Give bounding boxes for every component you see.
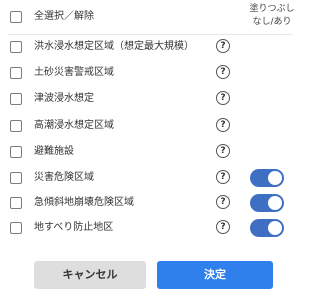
help-icon[interactable]: ? [216, 118, 230, 132]
select-all-checkbox[interactable] [10, 11, 22, 23]
panel-header: 全選択／解除 塗りつぶし なし/あり [0, 0, 300, 34]
layer-label[interactable]: 洪水浸水想定区域（想定最大規模） [34, 40, 194, 54]
layer-checkbox[interactable] [10, 93, 22, 105]
layer-row-disaster-risk: 災害危険区域 ? [0, 166, 300, 190]
fill-toggle[interactable] [250, 219, 284, 237]
select-all-label[interactable]: 全選択／解除 [34, 10, 94, 24]
help-icon[interactable]: ? [216, 195, 230, 209]
fill-heading-line2: なし/あり [252, 17, 292, 27]
layer-row-flood: 洪水浸水想定区域（想定最大規模） ? [0, 35, 300, 59]
toggle-knob [268, 171, 282, 185]
cancel-button[interactable]: キャンセル [34, 261, 146, 289]
layer-label[interactable]: 地すべり防止地区 [34, 221, 113, 235]
layer-row-landslide-prevention: 地すべり防止地区 ? [0, 216, 300, 240]
layer-checkbox[interactable] [10, 197, 22, 209]
layer-label[interactable]: 急傾斜地崩壊危険区域 [34, 196, 134, 210]
toggle-knob [268, 221, 282, 235]
layer-label[interactable]: 津波浸水想定 [34, 92, 94, 106]
layer-row-landslide-warning: 土砂災害警戒区域 ? [0, 61, 300, 85]
layer-row-tsunami: 津波浸水想定 ? [0, 87, 300, 111]
layer-checkbox[interactable] [10, 222, 22, 234]
layer-row-storm-surge: 高潮浸水想定区域 ? [0, 114, 300, 138]
layer-label[interactable]: 高潮浸水想定区域 [34, 119, 114, 133]
toggle-knob [268, 196, 282, 210]
layer-checkbox[interactable] [10, 120, 22, 132]
ok-button[interactable]: 決定 [157, 261, 273, 289]
help-icon[interactable]: ? [216, 170, 230, 184]
layer-label[interactable]: 土砂災害警戒区域 [34, 66, 114, 80]
fill-toggle[interactable] [250, 194, 284, 212]
help-icon[interactable]: ? [216, 91, 230, 105]
layer-label[interactable]: 災害危険区域 [34, 171, 94, 185]
fill-toggle-heading: 塗りつぶし なし/あり [248, 3, 296, 29]
fill-toggle[interactable] [250, 169, 284, 187]
layer-label[interactable]: 避難施設 [34, 145, 74, 159]
layer-checkbox[interactable] [10, 146, 22, 158]
layer-checkbox[interactable] [10, 172, 22, 184]
layer-checkbox[interactable] [10, 41, 22, 53]
fill-heading-line1: 塗りつぶし [249, 4, 295, 14]
layer-row-steep-slope: 急傾斜地崩壊危険区域 ? [0, 191, 300, 215]
help-icon[interactable]: ? [216, 39, 230, 53]
layer-row-evacuation: 避難施設 ? [0, 140, 300, 164]
layer-selection-panel: 全選択／解除 塗りつぶし なし/あり 洪水浸水想定区域（想定最大規模） ? 土砂… [0, 0, 300, 300]
help-icon[interactable]: ? [216, 144, 230, 158]
layer-checkbox[interactable] [10, 67, 22, 79]
help-icon[interactable]: ? [216, 65, 230, 79]
help-icon[interactable]: ? [216, 220, 230, 234]
